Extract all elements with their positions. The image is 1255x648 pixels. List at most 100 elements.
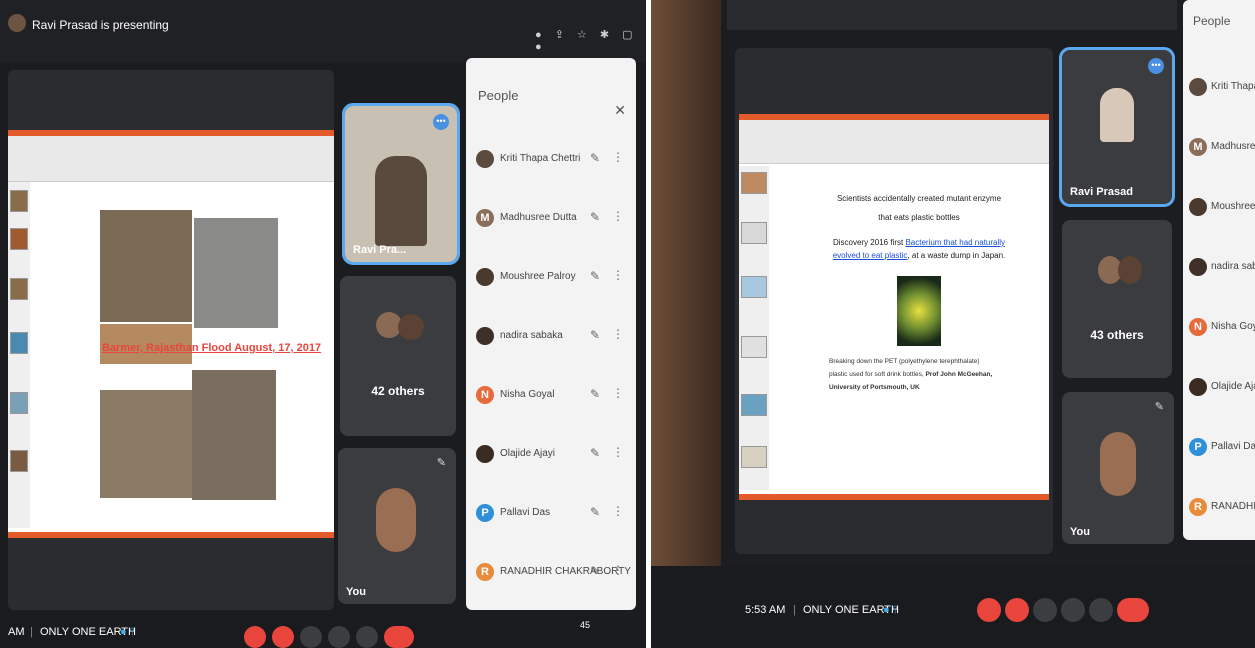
participant-name: Moushree Palroy bbox=[500, 271, 576, 282]
presenting-text: Ravi Prasad is presenting bbox=[32, 18, 169, 32]
mic-muted-icon[interactable]: ✎ bbox=[590, 387, 600, 401]
presenter-tile-right[interactable]: ••• Ravi Prasad bbox=[1059, 47, 1175, 207]
participant-row[interactable]: Kriti Thapa Chettri ✎ ⋮ bbox=[466, 144, 636, 174]
presenter-tile[interactable]: ••• Ravi Pra... bbox=[342, 103, 460, 265]
flood-photo-collage: Barmer, Rajasthan Flood August, 17, 2017 bbox=[100, 210, 321, 502]
mic-off-icon-right: ✎ bbox=[1154, 401, 1164, 413]
participant-row[interactable]: N Nisha Goyal bbox=[1183, 312, 1255, 342]
slide-caption-4: University of Portsmouth, UK bbox=[829, 384, 920, 391]
mic-muted-icon[interactable]: ✎ bbox=[590, 328, 600, 342]
self-tile[interactable]: ✎ You bbox=[338, 448, 456, 604]
bacterium-image bbox=[897, 276, 941, 346]
participant-row[interactable]: P Pallavi Das ✎ ⋮ bbox=[466, 498, 636, 528]
more-options-icon[interactable]: ••• bbox=[433, 114, 449, 130]
captions-button[interactable] bbox=[300, 626, 322, 648]
slide-headline-2: that eats plastic bottles bbox=[878, 213, 960, 222]
kebab-menu-icon[interactable]: ⋮ bbox=[612, 386, 624, 400]
participant-row[interactable]: R RANADHIRCH bbox=[1183, 492, 1255, 522]
mic-muted-icon[interactable]: ✎ bbox=[590, 210, 600, 224]
right-meeting-screen: Scientists accidentally created mutant e… bbox=[651, 0, 1255, 648]
meeting-controls-bar: AM | ONLY ONE EARTH ● ⫯ 45 bbox=[0, 616, 646, 648]
slide-caption-2: plastic used for soft drink bottles, bbox=[829, 371, 924, 378]
slide-headline-1: Scientists accidentally created mutant e… bbox=[836, 194, 1002, 203]
present-button-right[interactable] bbox=[1061, 598, 1085, 622]
mic-muted-icon[interactable]: ✎ bbox=[590, 151, 600, 165]
others-tile[interactable]: 42 others bbox=[340, 276, 456, 436]
slide-caption: Barmer, Rajasthan Flood August, 17, 2017 bbox=[102, 342, 322, 354]
ppt-ribbon bbox=[8, 130, 334, 182]
self-tile-label-right: You bbox=[1070, 526, 1090, 538]
discovery-prefix: Discovery 2016 first bbox=[832, 238, 904, 247]
participant-row[interactable]: Moushree Palroy ✎ ⋮ bbox=[466, 262, 636, 292]
mic-button-right[interactable] bbox=[977, 598, 1001, 622]
participant-row[interactable]: Kriti Thapa Ch bbox=[1183, 72, 1255, 102]
slide-caption-line2: plastic used for soft drink bottles, Pro… bbox=[829, 371, 1009, 378]
presenting-banner-right bbox=[727, 0, 1177, 30]
discovery-suffix: , at a waste dump in Japan. bbox=[907, 251, 1006, 260]
participant-row[interactable]: M Madhusree D bbox=[1183, 132, 1255, 162]
meeting-controls-bar-right: 5:53 AM | ONLY ONE EARTH ● ⫯ bbox=[651, 566, 1255, 648]
participant-avatar: M bbox=[476, 209, 494, 227]
participant-avatar: R bbox=[1189, 498, 1207, 516]
mic-muted-icon[interactable]: ✎ bbox=[590, 269, 600, 283]
more-button-right[interactable] bbox=[1089, 598, 1113, 622]
kebab-menu-icon[interactable]: ⋮ bbox=[612, 445, 624, 459]
self-tile-right[interactable]: ✎ You bbox=[1062, 392, 1174, 544]
participant-row[interactable]: P Pallavi Das bbox=[1183, 432, 1255, 462]
kebab-menu-icon[interactable]: ⋮ bbox=[612, 209, 624, 223]
participant-avatar: N bbox=[1189, 318, 1207, 336]
ppt-ribbon-right bbox=[739, 114, 1049, 164]
others-count-label: 42 others bbox=[371, 384, 425, 398]
participant-row[interactable]: Moushree Pal bbox=[1183, 192, 1255, 222]
wall-background bbox=[651, 0, 721, 648]
present-button[interactable] bbox=[328, 626, 350, 648]
slide-thumbnails bbox=[8, 182, 30, 528]
participant-row[interactable]: nadira sabak bbox=[1183, 252, 1255, 282]
close-icon[interactable]: ✕ bbox=[614, 102, 626, 119]
meeting-status-icon-right: ● ⫯ bbox=[883, 604, 898, 616]
kebab-menu-icon[interactable]: ⋮ bbox=[612, 563, 624, 577]
others-avatar-r2 bbox=[1118, 256, 1142, 284]
people-panel-title-right: People bbox=[1193, 14, 1231, 28]
meeting-time-right: 5:53 AM bbox=[745, 604, 786, 616]
mic-off-icon: ✎ bbox=[436, 457, 446, 469]
participant-name: Nisha Goyal bbox=[1211, 321, 1255, 332]
leave-call-button[interactable] bbox=[384, 626, 414, 648]
participant-name: Kriti Thapa Chettri bbox=[500, 153, 581, 164]
participant-avatar bbox=[476, 327, 494, 345]
presenter-tile-label-right: Ravi Prasad bbox=[1070, 186, 1133, 198]
kebab-menu-icon[interactable]: ⋮ bbox=[612, 327, 624, 341]
kebab-menu-icon[interactable]: ⋮ bbox=[612, 268, 624, 282]
people-count: 45 bbox=[580, 620, 591, 630]
participant-row[interactable]: N Nisha Goyal ✎ ⋮ bbox=[466, 380, 636, 410]
participant-avatar bbox=[1189, 378, 1207, 396]
mic-muted-icon[interactable]: ✎ bbox=[590, 505, 600, 519]
participant-name: Nisha Goyal bbox=[500, 389, 555, 400]
participant-row[interactable]: M Madhusree Dutta ✎ ⋮ bbox=[466, 203, 636, 233]
participant-row[interactable]: nadira sabaka ✎ ⋮ bbox=[466, 321, 636, 351]
captions-button-right[interactable] bbox=[1033, 598, 1057, 622]
more-options-icon-right[interactable]: ••• bbox=[1148, 58, 1164, 74]
camera-button-right[interactable] bbox=[1005, 598, 1029, 622]
participant-name: Madhusree D bbox=[1211, 141, 1255, 152]
self-tile-label: You bbox=[346, 586, 366, 598]
participant-avatar bbox=[1189, 258, 1207, 276]
camera-button[interactable] bbox=[272, 626, 294, 648]
participant-row[interactable]: Olajide Ajayi ✎ ⋮ bbox=[466, 439, 636, 469]
others-tile-right[interactable]: 43 others bbox=[1062, 220, 1172, 378]
kebab-menu-icon[interactable]: ⋮ bbox=[612, 150, 624, 164]
mic-muted-icon[interactable]: ✎ bbox=[590, 446, 600, 460]
participant-row[interactable]: Olajide Ajayi bbox=[1183, 372, 1255, 402]
slide-body: Scientists accidentally created mutant e… bbox=[829, 194, 1009, 391]
leave-call-button-right[interactable] bbox=[1117, 598, 1149, 622]
participant-avatar bbox=[476, 268, 494, 286]
participant-name: nadira sabaka bbox=[500, 330, 563, 341]
presenter-avatar-right bbox=[1100, 88, 1134, 142]
more-button[interactable] bbox=[356, 626, 378, 648]
participant-avatar: R bbox=[476, 563, 494, 581]
mic-muted-icon[interactable]: ✎ bbox=[590, 564, 600, 578]
mic-button[interactable] bbox=[244, 626, 266, 648]
kebab-menu-icon[interactable]: ⋮ bbox=[612, 504, 624, 518]
participant-row[interactable]: R RANADHIR CHAKRABORTY ✎ ⋮ bbox=[466, 557, 636, 587]
participant-name: Pallavi Das bbox=[1211, 441, 1255, 452]
